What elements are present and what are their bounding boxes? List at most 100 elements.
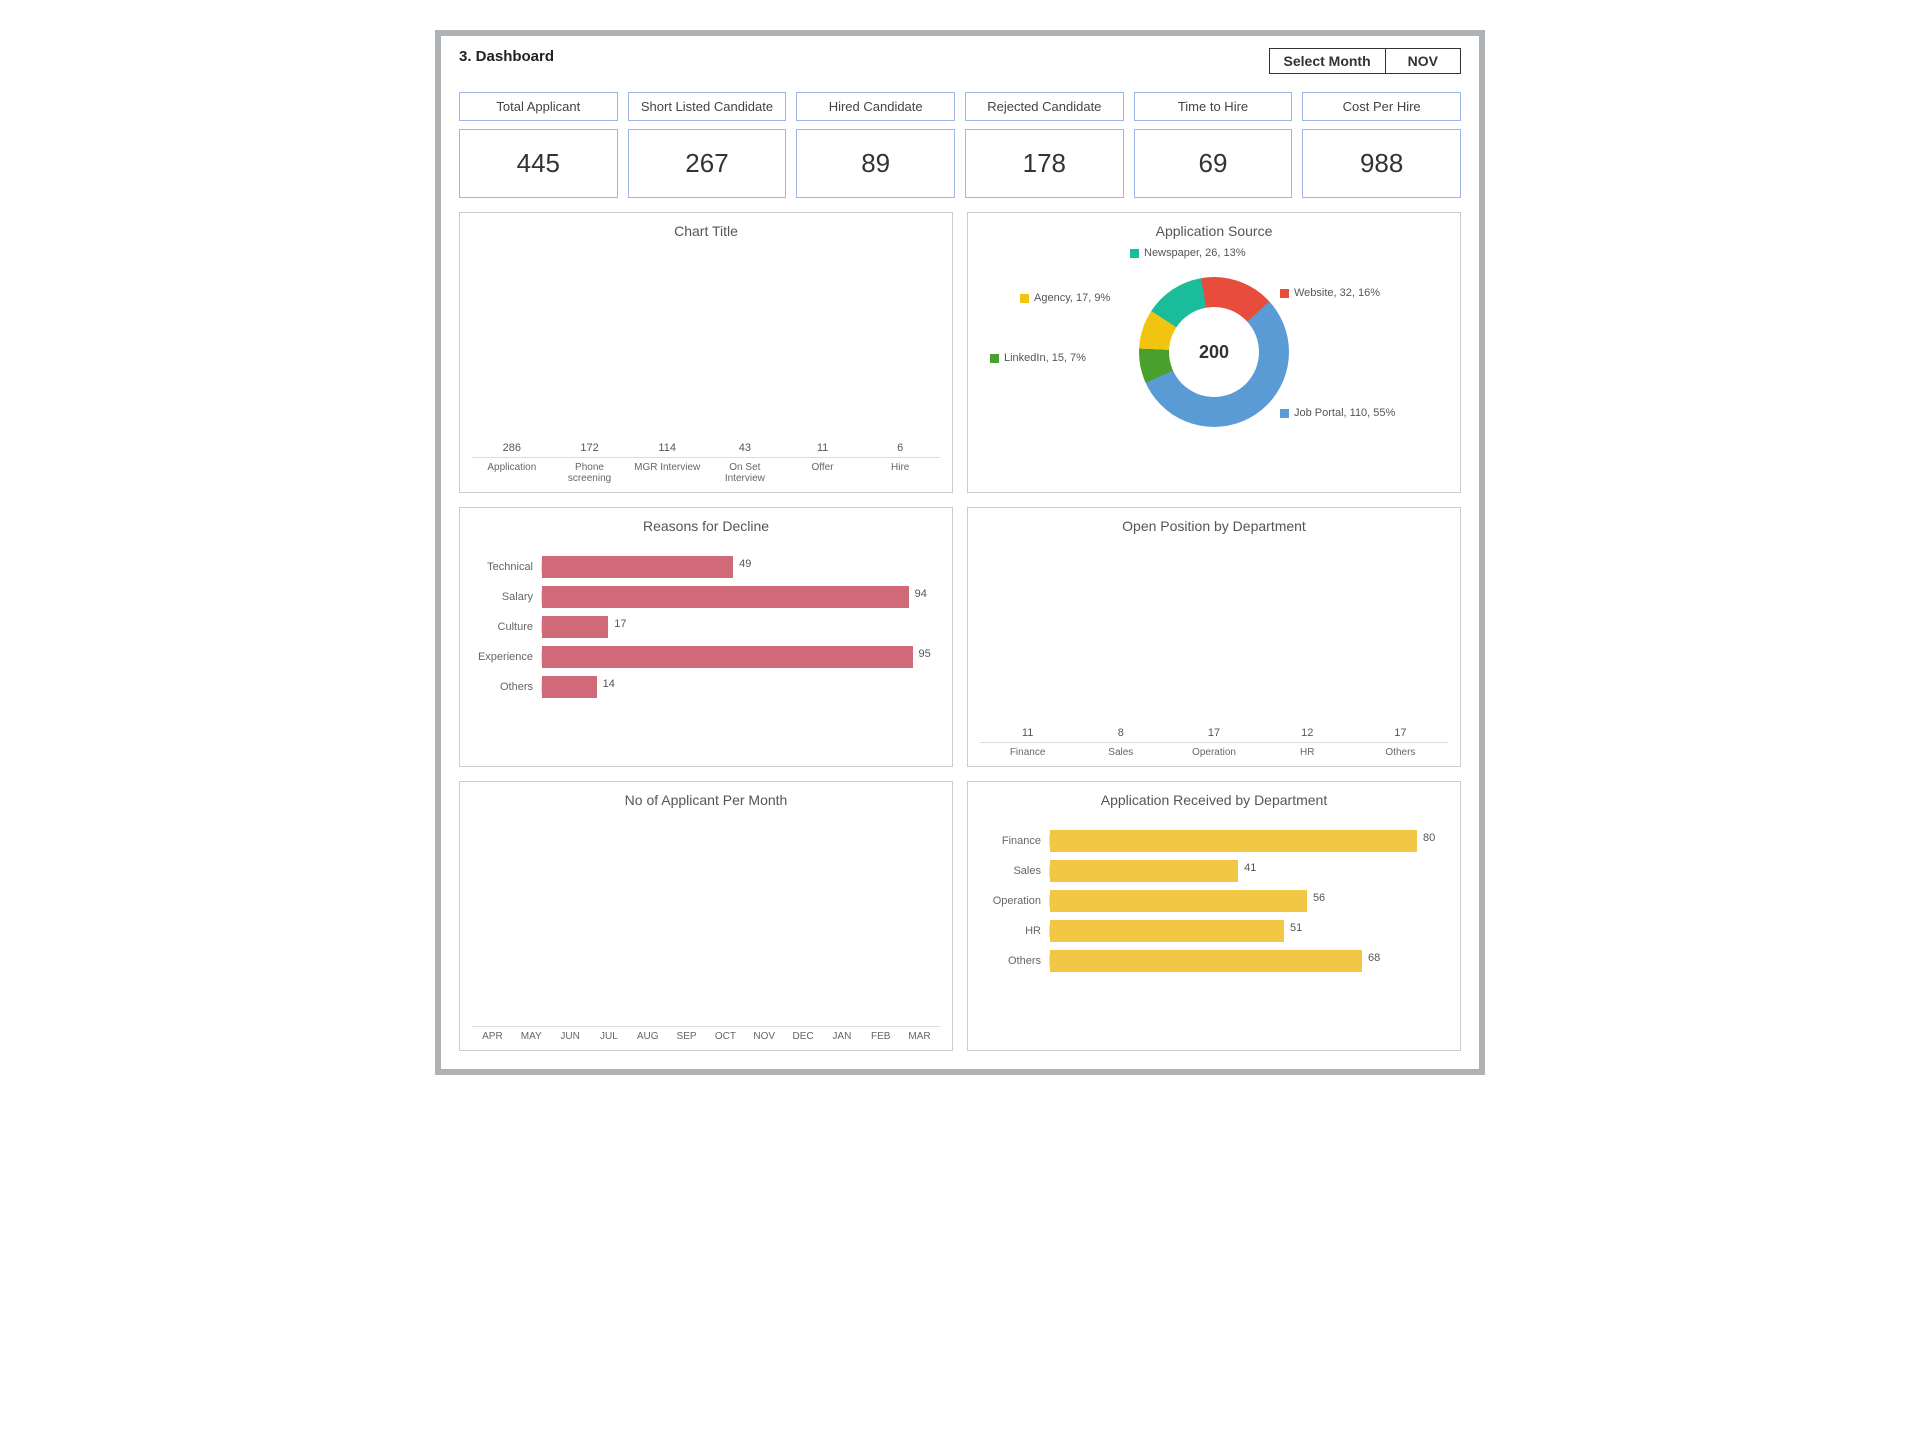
data-label: 286 — [503, 442, 521, 454]
bar-track: 68 — [1050, 950, 1440, 972]
bar-track: 94 — [542, 586, 932, 608]
data-label: 68 — [526, 1038, 537, 1049]
legend-text: Newspaper, 26, 13% — [1144, 247, 1246, 259]
bar-rect — [542, 586, 909, 608]
bar-track: 17 — [542, 616, 932, 638]
chart-decline: Reasons for Decline Technical49Salary94C… — [459, 507, 953, 767]
data-label: 17 — [1394, 727, 1406, 739]
data-label: 51 — [1290, 922, 1302, 934]
kpi-value: 445 — [459, 129, 618, 198]
data-label: 8 — [1118, 727, 1124, 739]
legend-item: Newspaper, 26, 13% — [1130, 247, 1246, 259]
chart-applicants-month: No of Applicant Per Month 95687112452143… — [459, 781, 953, 1051]
bar: 8 — [1077, 727, 1164, 742]
bar: 172 — [554, 442, 626, 457]
data-label: 6 — [897, 442, 903, 454]
bar-row: Salary94 — [472, 586, 932, 608]
bar-row: Operation56 — [980, 890, 1440, 912]
month-selector-value: NOV — [1386, 49, 1460, 73]
chart-title: Chart Title — [472, 223, 940, 239]
chart-title: Application Source — [980, 223, 1448, 239]
bar-track: 14 — [542, 676, 932, 698]
data-label: 143 — [678, 1038, 695, 1049]
chart-application-source: Application Source 200 Website, 32, 16%J… — [967, 212, 1461, 493]
chart-app-by-dept: Application Received by Department Finan… — [967, 781, 1461, 1051]
bar-rect — [1050, 890, 1307, 912]
legend-item: Job Portal, 110, 55% — [1280, 407, 1395, 419]
chart-title: Open Position by Department — [980, 518, 1448, 534]
data-label: 124 — [601, 1038, 618, 1049]
bar-row: Experience 95 — [472, 646, 932, 668]
data-label: 137 — [795, 1038, 812, 1049]
y-tick-label: Others — [980, 955, 1050, 967]
bar-row: Technical49 — [472, 556, 932, 578]
kpi-value: 178 — [965, 129, 1124, 198]
bar: 43 — [709, 442, 781, 457]
charts-grid: Chart Title 286 172 114 43 11 6 Application Ph… — [459, 212, 1461, 1051]
chart-title: No of Applicant Per Month — [472, 792, 940, 808]
funnel-xaxis: ApplicationPhone screeningMGR InterviewO… — [472, 457, 940, 484]
y-tick-label: Others — [472, 681, 542, 693]
data-label: 78 — [875, 1038, 886, 1049]
y-tick-label: Finance — [980, 835, 1050, 847]
legend-text: Agency, 17, 9% — [1034, 292, 1110, 304]
bar: 11 — [984, 727, 1071, 742]
bar-rect — [1050, 950, 1362, 972]
data-label: 17 — [1208, 727, 1220, 739]
bar-rect — [1050, 830, 1417, 852]
legend-swatch — [1020, 294, 1029, 303]
month-selector[interactable]: Select Month NOV — [1269, 48, 1461, 74]
chart-open-by-dept: Open Position by Department 11 8 17 12 17 Fi… — [967, 507, 1461, 767]
month-bars: 9568711245214313913313712878117 — [472, 816, 940, 1026]
kpi-label: Short Listed Candidate — [628, 92, 787, 121]
kpi-label: Rejected Candidate — [965, 92, 1124, 121]
y-tick-label: Experience — [472, 651, 542, 663]
data-label: 71 — [565, 1038, 576, 1049]
x-tick-label: Phone screening — [554, 462, 626, 484]
appdept-bars: Finance80Sales41Operation56HR51Others68 — [980, 816, 1448, 986]
bar-row: Culture 17 — [472, 616, 932, 638]
data-label: 56 — [1313, 892, 1325, 904]
data-label: 80 — [1423, 832, 1435, 844]
legend-text: Website, 32, 16% — [1294, 287, 1380, 299]
data-label: 94 — [915, 588, 927, 600]
bar: 17 — [1170, 727, 1257, 742]
bar: 11 — [787, 442, 859, 457]
bar-track: 56 — [1050, 890, 1440, 912]
bar-row: HR 51 — [980, 920, 1440, 942]
legend-swatch — [990, 354, 999, 363]
bar-rect — [1050, 860, 1238, 882]
kpi-value: 89 — [796, 129, 955, 198]
bar: 17 — [1357, 727, 1444, 742]
month-xaxis: APRMAYJUNJULAUGSEPOCTNOVDECJANFEBMAR — [472, 1026, 940, 1042]
data-label: 95 — [919, 648, 931, 660]
x-tick-label: Offer — [787, 462, 859, 484]
bar-track: 41 — [1050, 860, 1440, 882]
legend-item: Website, 32, 16% — [1280, 287, 1380, 299]
data-label: 43 — [739, 442, 751, 454]
x-tick-label: Application — [476, 462, 548, 484]
bar: 6 — [864, 442, 936, 457]
topbar: 3. Dashboard Select Month NOV — [459, 48, 1461, 74]
legend-swatch — [1130, 249, 1139, 258]
kpi-value: 69 — [1134, 129, 1293, 198]
data-label: 133 — [756, 1038, 773, 1049]
kpi-label-row: Total Applicant Short Listed Candidate H… — [459, 92, 1461, 121]
y-tick-label: Culture — [472, 621, 542, 633]
bar: 12 — [1264, 727, 1351, 742]
data-label: 17 — [614, 618, 626, 630]
open-bars: 11 8 17 12 17 — [980, 542, 1448, 742]
chart-title: Application Received by Department — [980, 792, 1448, 808]
x-tick-label: Sales — [1077, 747, 1164, 758]
y-tick-label: HR — [980, 925, 1050, 937]
dashboard-frame: 3. Dashboard Select Month NOV Total Appl… — [435, 30, 1485, 1075]
open-xaxis: FinanceSalesOperationHROthers — [980, 742, 1448, 758]
chart-funnel: Chart Title 286 172 114 43 11 6 Application Ph… — [459, 212, 953, 493]
data-label: 11 — [1022, 727, 1033, 739]
bar: 114 — [631, 442, 703, 457]
data-label: 95 — [487, 1038, 498, 1049]
data-label: 68 — [1368, 952, 1380, 964]
kpi-label: Time to Hire — [1134, 92, 1293, 121]
bar-track: 51 — [1050, 920, 1440, 942]
y-tick-label: Technical — [472, 561, 542, 573]
